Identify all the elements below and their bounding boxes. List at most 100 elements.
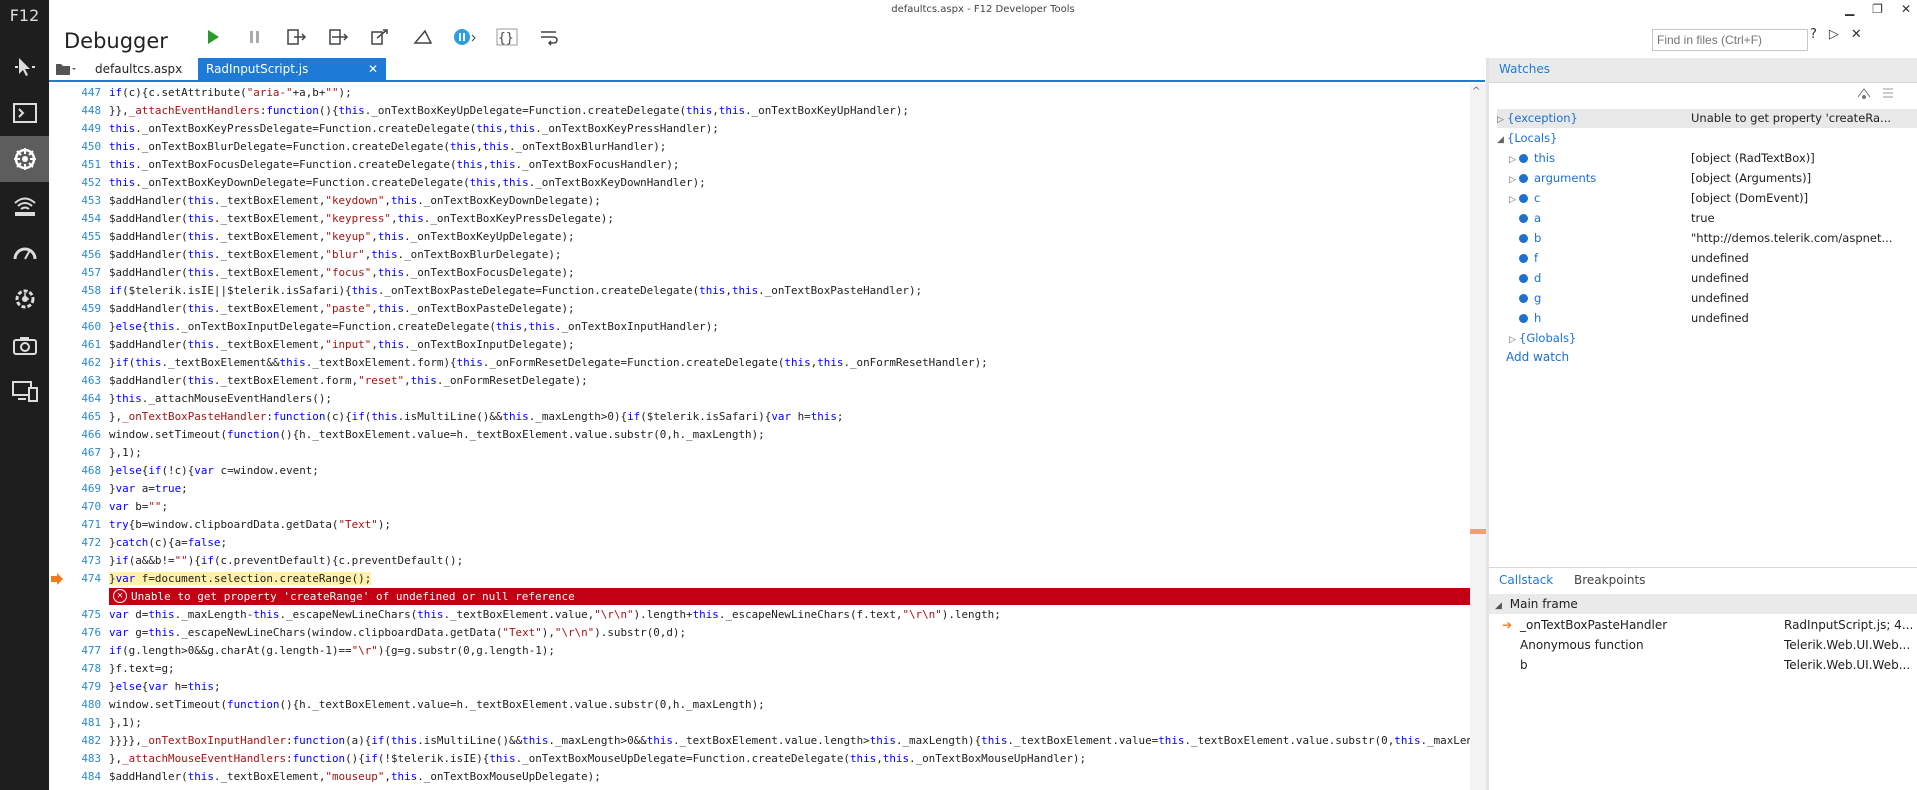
tab-radinputscript[interactable]: RadInputScript.js ✕ <box>198 58 386 80</box>
callstack-frame[interactable]: Anonymous function Telerik.Web.UI.Web... <box>1500 635 1917 655</box>
line-number: 448 <box>81 104 101 117</box>
code-line: 474}var f=document.selection.createRange… <box>49 570 372 588</box>
pane-divider[interactable] <box>1486 58 1489 790</box>
watches-header <box>1489 58 1917 83</box>
console-tool[interactable] <box>0 90 49 136</box>
watch-value: undefined <box>1691 291 1749 305</box>
step-out-button[interactable] <box>364 26 398 48</box>
code-line: 469}var a=true; <box>49 480 187 498</box>
line-number: 464 <box>81 392 101 405</box>
code-editor[interactable]: 447 if(c){c.setAttribute("aria-"+a,b+"");… <box>49 84 1485 790</box>
frame-location: Telerik.Web.UI.Web... <box>1784 638 1911 652</box>
variable-icon <box>1519 314 1528 323</box>
watch-name: {exception} <box>1507 111 1578 125</box>
code-text: }catch(c){a=false; <box>109 536 228 549</box>
watch-name: arguments <box>1534 171 1597 185</box>
watch-name: a <box>1534 211 1542 225</box>
line-number: 449 <box>81 122 101 135</box>
close-tab-icon[interactable]: ✕ <box>368 58 378 80</box>
help-icon[interactable]: ? <box>1810 27 1817 42</box>
add-watch-link[interactable]: Add watch <box>1506 350 1569 364</box>
watch-row[interactable]: ▷ {Globals} <box>1509 329 1917 348</box>
break-button[interactable] <box>238 26 272 48</box>
watches-title[interactable]: Watches <box>1499 62 1550 76</box>
memory-tool[interactable] <box>0 276 49 322</box>
frame-location: Telerik.Web.UI.Web... <box>1784 658 1911 672</box>
callstack-frame[interactable]: ➔ _onTextBoxPasteHandler RadInputScript.js… <box>1500 615 1917 635</box>
console-icon <box>12 103 37 123</box>
editor-scrollbar[interactable]: ^ <box>1470 84 1486 790</box>
tool-title: Debugger <box>64 29 168 53</box>
pointer-icon <box>14 58 35 76</box>
current-frame-arrow-icon: ➔ <box>1502 618 1513 632</box>
code-text: }else{this._onTextBoxInputDelegate=Funct… <box>109 320 719 333</box>
step-out-icon <box>371 29 388 45</box>
code-text: }this._attachMouseEventHandlers(); <box>109 392 332 405</box>
code-text: if($telerik.isIE||$telerik.isSafari){thi… <box>109 284 923 297</box>
variable-icon <box>1519 274 1528 283</box>
watch-value: "http://demos.telerik.com/aspnet... <box>1691 231 1893 245</box>
step-over-button[interactable] <box>322 26 356 48</box>
code-line: 472}catch(c){a=false; <box>49 534 227 552</box>
word-wrap-button[interactable] <box>532 26 566 48</box>
run-script-icon[interactable]: ▷ <box>1829 27 1839 42</box>
frame-name: b <box>1520 658 1528 672</box>
emulation-snapshot-tool[interactable] <box>0 322 49 368</box>
delete-all-watches-icon[interactable] <box>1880 85 1896 101</box>
tab-breakpoints[interactable]: Breakpoints <box>1574 573 1645 587</box>
dom-explorer-tool[interactable] <box>0 44 49 90</box>
watch-name: d <box>1534 271 1542 285</box>
continue-button[interactable] <box>196 26 230 48</box>
callstack-tabs: Callstack Breakpoints <box>1489 567 1917 595</box>
f12-label: F12 <box>9 6 40 25</box>
network-tool[interactable] <box>0 183 49 229</box>
pretty-print-button[interactable]: {} <box>490 26 524 48</box>
add-watch-icon[interactable] <box>1856 85 1872 101</box>
scroll-up-icon[interactable]: ^ <box>1472 86 1480 97</box>
line-number: 447 <box>81 86 101 99</box>
line-number: 478 <box>81 662 101 675</box>
line-number: 459 <box>81 302 101 315</box>
variable-icon <box>1519 214 1528 223</box>
debugger-tool[interactable] <box>0 136 49 182</box>
callstack-frame[interactable]: b Telerik.Web.UI.Web... <box>1500 655 1917 675</box>
find-in-files-input[interactable] <box>1652 29 1808 51</box>
minimize-icon[interactable]: ▁ <box>1845 2 1854 16</box>
line-number: 482 <box>81 734 101 747</box>
code-text: var b=""; <box>109 500 169 513</box>
line-number: 455 <box>81 230 101 243</box>
exception-behavior-button[interactable] <box>448 26 482 48</box>
variable-icon <box>1519 254 1528 263</box>
tab-label: RadInputScript.js <box>206 62 309 76</box>
tab-defaultcs[interactable]: defaultcs.aspx <box>95 58 182 80</box>
line-number: 479 <box>81 680 101 693</box>
restore-icon[interactable]: ❐ <box>1872 2 1883 16</box>
line-number: 470 <box>81 500 101 513</box>
close-icon[interactable]: ✕ <box>1901 2 1911 16</box>
bug-icon <box>13 148 36 170</box>
line-number: 461 <box>81 338 101 351</box>
folder-icon[interactable] <box>55 62 77 76</box>
variable-icon <box>1519 154 1528 163</box>
code-text: $addHandler(this._textBoxElement,"keydow… <box>109 194 601 207</box>
code-text: }else{if(!c){var c=window.event; <box>109 464 319 477</box>
expander-icon: ▷ <box>1509 155 1516 165</box>
break-on-new-worker-button[interactable] <box>406 26 440 48</box>
code-line: 479}else{var h=this; <box>49 678 220 696</box>
frame-location: RadInputScript.js; 4... <box>1784 618 1914 632</box>
tab-callstack[interactable]: Callstack <box>1499 573 1553 587</box>
emulation-tool[interactable] <box>0 368 49 414</box>
code-text: window.setTimeout(function(){h._textBoxE… <box>109 428 765 441</box>
line-number: 457 <box>81 266 101 279</box>
step-into-button[interactable] <box>280 26 314 48</box>
watch-name: c <box>1534 191 1541 205</box>
code-text: $addHandler(this._textBoxElement,"focus"… <box>109 266 575 279</box>
code-line: 447 if(c){c.setAttribute("aria-"+a,b+""); <box>49 84 351 102</box>
frame-group[interactable]: ◢ Main frame <box>1489 594 1917 614</box>
watch-row[interactable]: ◢ {Locals} <box>1497 129 1917 148</box>
exception-icon <box>454 29 476 45</box>
code-text: $addHandler(this._textBoxElement,"keyup"… <box>109 230 575 243</box>
code-line: 448}},_attachEventHandlers:function(){th… <box>49 102 909 120</box>
performance-tool[interactable] <box>0 229 49 275</box>
close-devtools-icon[interactable]: ✕ <box>1851 27 1862 42</box>
